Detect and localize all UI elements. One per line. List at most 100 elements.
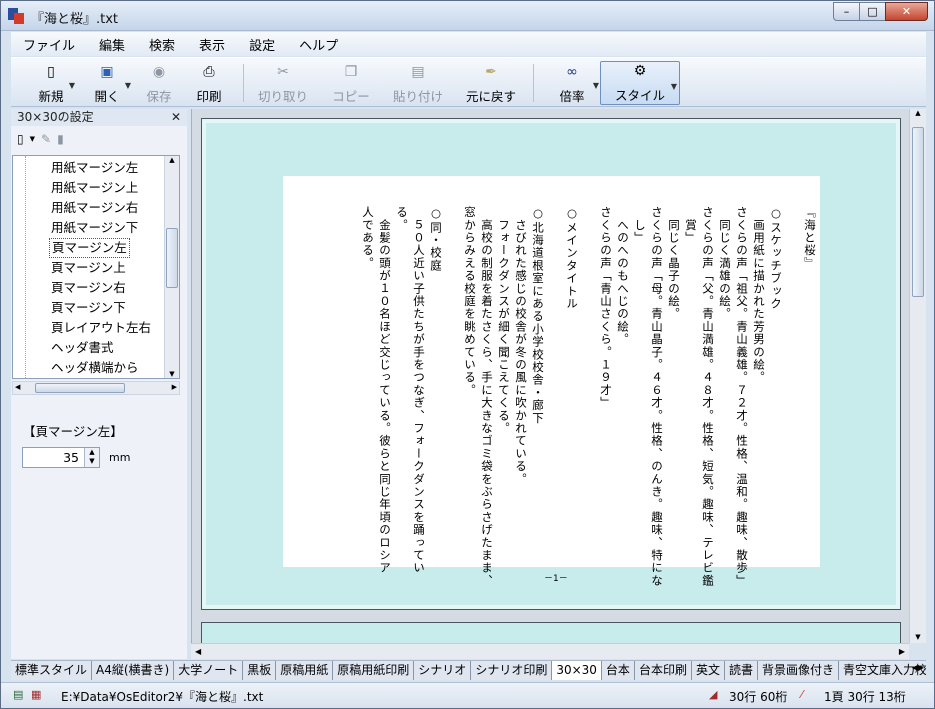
text-line[interactable]: 賞」: [682, 206, 699, 546]
spin-down-icon[interactable]: ▼: [85, 457, 99, 466]
scroll-right-arrow-icon[interactable]: ▶: [899, 647, 905, 656]
tab-style[interactable]: 原稿用紙: [276, 661, 334, 680]
tab-style[interactable]: 黒板: [243, 661, 277, 680]
menu-view[interactable]: 表示: [187, 35, 237, 54]
text-line[interactable]: ○同・校庭: [427, 206, 444, 546]
tree-scrollbar[interactable]: ▲ ▼: [164, 156, 179, 378]
tab-scroll-arrows-icon[interactable]: ◀▶: [912, 663, 924, 672]
text-line[interactable]: さくらの声「母。青山晶子。４６才。性格、のんき。趣味、特にな: [648, 206, 665, 587]
tab-style[interactable]: シナリオ: [414, 661, 472, 680]
scroll-up-arrow-icon[interactable]: ▲: [910, 109, 926, 117]
save-button[interactable]: ◉ 保存: [141, 61, 177, 105]
status-view-icon[interactable]: ▤: [13, 688, 27, 702]
status-encoding-icon[interactable]: ▦: [31, 688, 45, 702]
settings-tree[interactable]: 用紙マージン左 用紙マージン上 用紙マージン右 用紙マージン下 頁マージン左 頁…: [12, 155, 180, 379]
text-line[interactable]: 人である。: [359, 206, 376, 546]
title-bar[interactable]: 『海と桜』.txt – □ ✕: [1, 1, 934, 31]
copy-button[interactable]: ❐ コピー: [329, 61, 373, 105]
scroll-down-arrow-icon[interactable]: ▼: [165, 370, 179, 378]
scroll-thumb[interactable]: [166, 228, 178, 288]
text-line[interactable]: 画用紙に描かれた芳男の絵。: [750, 206, 767, 546]
undo-button[interactable]: ✒ 元に戻す: [461, 61, 521, 105]
tab-style[interactable]: 大学ノート: [174, 661, 244, 680]
scroll-up-arrow-icon[interactable]: ▲: [165, 156, 179, 164]
new-setting-icon[interactable]: ▯: [17, 132, 24, 146]
text-line[interactable]: さくらの声「父。青山満雄。４８才。性格、短気。趣味、テレビ鑑: [699, 206, 716, 587]
tree-item[interactable]: 頁マージン上: [51, 258, 126, 278]
tree-item[interactable]: 用紙マージン左: [51, 158, 138, 178]
text-line[interactable]: 同じく満雄の絵。: [716, 206, 733, 546]
app-icon[interactable]: [8, 8, 24, 24]
text-line[interactable]: 『海と桜』: [801, 206, 818, 546]
text-line[interactable]: ○メインタイトル: [563, 206, 580, 546]
text-line[interactable]: 金髪の頭が１０名ほど交じっている。彼らと同じ年頃のロシア: [376, 206, 393, 575]
document-view[interactable]: 『海と桜』 ○スケッチブック 画用紙に描かれた芳男の絵。 さくらの声「祖父。青山…: [191, 109, 909, 652]
scroll-left-arrow-icon[interactable]: ◀: [195, 647, 201, 656]
menu-help[interactable]: ヘルプ: [287, 35, 350, 54]
text-line[interactable]: 窓からみえる校庭を眺めている。: [461, 206, 478, 546]
tab-style[interactable]: 英文: [691, 661, 725, 680]
menu-settings[interactable]: 設定: [237, 35, 287, 54]
tab-style[interactable]: 台本: [601, 661, 635, 680]
tree-item[interactable]: 頁マージン下: [51, 298, 126, 318]
style-dropdown-arrow-icon[interactable]: ▼: [671, 82, 677, 91]
text-line[interactable]: 同じく晶子の絵。: [665, 206, 682, 546]
tab-style-active[interactable]: 30×30: [552, 661, 602, 680]
text-line[interactable]: フォークダンスが細く聞こえてくる。: [495, 206, 512, 546]
scroll-down-arrow-icon[interactable]: ▼: [910, 633, 926, 641]
new-button[interactable]: ▯ 新規 ▼: [31, 61, 75, 105]
text-line[interactable]: し」: [631, 206, 648, 546]
paste-button[interactable]: ▤ 貼り付け: [389, 61, 447, 105]
scroll-left-arrow-icon[interactable]: ◀: [15, 383, 20, 391]
tab-style[interactable]: 背景画像付き: [757, 661, 839, 680]
tree-item[interactable]: 用紙マージン右: [51, 198, 138, 218]
text-line[interactable]: る。: [393, 206, 410, 546]
text-line[interactable]: 高校の制服を着たさくら、手に大きなゴミ袋をぶらさげたまま、: [478, 206, 495, 587]
tree-hscrollbar[interactable]: ◀ ▶: [12, 381, 180, 395]
tab-style[interactable]: A4縦(横書き): [92, 661, 175, 680]
new-dropdown-arrow-icon[interactable]: ▼: [69, 81, 75, 90]
maximize-button[interactable]: □: [859, 2, 885, 21]
text-line[interactable]: さくらの声「青山さくら。１９才」: [597, 206, 614, 546]
new-setting-dropdown-icon[interactable]: ▼: [30, 135, 35, 143]
tree-item-selected[interactable]: 頁マージン左: [49, 238, 130, 258]
menu-file[interactable]: ファイル: [11, 35, 87, 54]
text-line[interactable]: ○北海道根室にある小学校校舎・廊下: [529, 206, 546, 546]
tab-style[interactable]: 読書: [724, 661, 758, 680]
text-line[interactable]: ５０人近い子供たちが手をつなぎ、フォークダンスを踊ってい: [410, 206, 427, 575]
tree-item[interactable]: 用紙マージン下: [51, 218, 138, 238]
zoom-dropdown-arrow-icon[interactable]: ▼: [593, 81, 599, 90]
document-vscrollbar[interactable]: ▲ ▼: [909, 109, 926, 643]
text-line[interactable]: へのへのもへじの絵。: [614, 206, 631, 546]
text-line[interactable]: さびれた感じの校舎が冬の風に吹かれている。: [512, 206, 529, 546]
spin-up-icon[interactable]: ▲: [85, 448, 99, 457]
tree-item[interactable]: 用紙マージン上: [51, 178, 138, 198]
document-hscrollbar[interactable]: ◀ ▶: [191, 643, 909, 659]
tab-style[interactable]: 標準スタイル: [11, 661, 93, 680]
paper[interactable]: 『海と桜』 ○スケッチブック 画用紙に描かれた芳男の絵。 さくらの声「祖父。青山…: [283, 176, 820, 587]
delete-icon[interactable]: ▮: [57, 132, 64, 146]
close-button[interactable]: ✕: [885, 2, 928, 21]
tab-style[interactable]: 台本印刷: [634, 661, 692, 680]
panel-close-icon[interactable]: ✕: [171, 109, 181, 125]
scroll-right-arrow-icon[interactable]: ▶: [172, 383, 177, 391]
margin-value[interactable]: 35: [63, 450, 79, 465]
tree-item[interactable]: ヘッダ横端から: [51, 358, 139, 378]
tree-item[interactable]: 頁レイアウト左右: [51, 318, 151, 338]
tab-style[interactable]: 原稿用紙印刷: [333, 661, 415, 680]
margin-stepper[interactable]: 35 ▲ ▼: [22, 447, 100, 468]
cut-button[interactable]: ✂ 切り取り: [255, 61, 311, 105]
document-scroll-thumb[interactable]: [912, 127, 924, 297]
tab-style[interactable]: シナリオ印刷: [471, 661, 553, 680]
open-dropdown-arrow-icon[interactable]: ▼: [125, 81, 131, 90]
open-button[interactable]: ▣ 開く ▼: [87, 61, 131, 105]
zoom-button[interactable]: ∞ 倍率 ▼: [549, 61, 599, 105]
menu-search[interactable]: 検索: [137, 35, 187, 54]
style-button[interactable]: ⚙ スタイル ▼: [600, 61, 680, 105]
text-line[interactable]: ○スケッチブック: [767, 206, 784, 546]
edit-pen-icon[interactable]: ✎: [41, 132, 51, 146]
tree-item[interactable]: 頁マージン右: [51, 278, 126, 298]
print-button[interactable]: ⎙ 印刷: [191, 61, 227, 105]
minimize-button[interactable]: –: [833, 2, 859, 21]
text-line[interactable]: さくらの声「祖父。青山義雄。７２才。性格、温和。趣味、散歩」: [733, 206, 750, 587]
